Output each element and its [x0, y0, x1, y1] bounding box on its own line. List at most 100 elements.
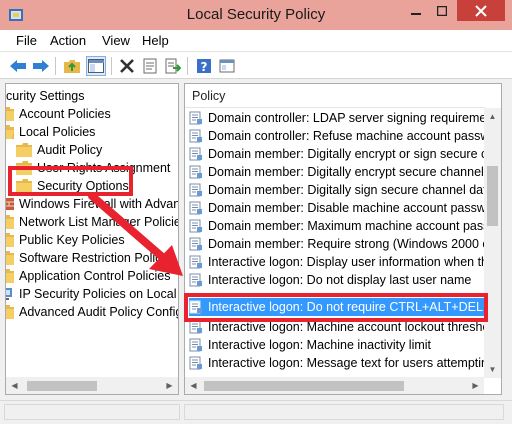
- policy-horizontal-scrollbar[interactable]: ◀ ▶: [185, 377, 484, 394]
- status-segment: [4, 404, 180, 420]
- policy-row-label: Domain member: Digitally sign secure cha…: [208, 183, 494, 197]
- tree-item-label: IP Security Policies on Local Co: [19, 287, 179, 301]
- policy-row[interactable]: Domain controller: Refuse machine accoun…: [189, 127, 501, 145]
- tree-item-label: Advanced Audit Policy Configu: [19, 305, 179, 319]
- scroll-left-arrow-icon[interactable]: ◀: [6, 377, 23, 394]
- scroll-left-arrow-icon[interactable]: ◀: [185, 377, 202, 394]
- forward-button[interactable]: [31, 56, 51, 76]
- policy-row[interactable]: Domain member: Digitally sign secure cha…: [189, 181, 494, 199]
- policy-row[interactable]: Interactive logon: Display user informat…: [189, 253, 495, 271]
- console-button[interactable]: [217, 56, 237, 76]
- menu-bar: File Action View Help: [0, 30, 512, 52]
- tree-item-public-key-policies[interactable]: Public Key Policies: [6, 231, 125, 249]
- up-folder-icon: [64, 60, 80, 73]
- close-button[interactable]: [457, 0, 505, 21]
- status-bar: [0, 400, 512, 424]
- scroll-right-arrow-icon[interactable]: ▶: [161, 377, 178, 394]
- tree-item-label: Application Control Policies: [19, 269, 171, 283]
- minimize-icon: [411, 12, 421, 15]
- export-list-button[interactable]: [163, 56, 183, 76]
- annotation-highlight-security-options: [8, 166, 133, 196]
- scroll-thumb[interactable]: [204, 381, 404, 391]
- tree-item-audit-policy[interactable]: Audit Policy: [16, 141, 102, 159]
- policy-row[interactable]: Domain member: Digitally encrypt or sign…: [189, 145, 501, 163]
- policy-row[interactable]: Domain member: Require strong (Windows 2…: [189, 235, 500, 253]
- policy-icon: [189, 183, 202, 197]
- policy-row-label: Domain controller: Refuse machine accoun…: [208, 129, 502, 143]
- tree-item-network-list-manager[interactable]: Network List Manager Policies: [6, 213, 179, 231]
- back-button[interactable]: [8, 56, 28, 76]
- policy-icon: [189, 320, 202, 334]
- tree-item-advanced-audit[interactable]: Advanced Audit Policy Configu: [6, 303, 179, 321]
- delete-button[interactable]: [117, 56, 137, 76]
- tree-item-label: Software Restriction Policie: [19, 251, 172, 265]
- folder-icon: [6, 305, 14, 319]
- export-list-icon: [165, 58, 181, 74]
- tree-item-label: Account Policies: [19, 107, 111, 121]
- policy-icon: [189, 147, 202, 161]
- policy-row-label: Domain member: Digitally encrypt or sign…: [208, 147, 502, 161]
- policy-row[interactable]: Domain controller: LDAP server signing r…: [189, 109, 497, 127]
- policy-row[interactable]: Interactive logon: Machine inactivity li…: [189, 336, 489, 354]
- scroll-up-arrow-icon[interactable]: ▲: [484, 108, 501, 125]
- up-button[interactable]: [62, 56, 82, 76]
- annotation-highlight-selected-policy: [184, 293, 488, 322]
- folder-icon: [6, 233, 14, 247]
- show-hide-tree-icon: [88, 59, 104, 73]
- tree-item-local-policies[interactable]: Local Policies: [6, 123, 95, 141]
- policy-row[interactable]: Interactive logon: Message text for user…: [189, 354, 495, 372]
- tree-item-label: Network List Manager Policies: [19, 215, 179, 229]
- policy-row-label: Interactive logon: Do not display last u…: [208, 273, 472, 287]
- menu-help[interactable]: Help: [142, 33, 169, 48]
- help-icon: ?: [197, 59, 211, 74]
- toolbar-separator: [111, 57, 112, 75]
- policy-row[interactable]: Domain member: Disable machine account p…: [189, 199, 497, 217]
- maximize-button[interactable]: [429, 0, 455, 21]
- policy-row[interactable]: Interactive logon: Do not display last u…: [189, 271, 489, 289]
- policy-vertical-scrollbar[interactable]: ▲ ▼: [484, 108, 501, 378]
- close-icon: [475, 4, 487, 17]
- policy-row-label: Interactive logon: Machine inactivity li…: [208, 338, 432, 352]
- tree-item-security-settings[interactable]: curity Settings: [6, 87, 85, 105]
- column-header-policy[interactable]: Policy: [185, 84, 485, 108]
- scroll-right-arrow-icon[interactable]: ▶: [467, 377, 484, 394]
- tree-item-label: curity Settings: [6, 89, 85, 103]
- policy-row[interactable]: Domain member: Digitally encrypt secure …: [189, 163, 501, 181]
- policy-row-label: Domain member: Require strong (Windows 2…: [208, 237, 500, 251]
- ip-security-icon: [6, 288, 12, 300]
- tree-item-account-policies[interactable]: Account Policies: [6, 105, 111, 123]
- menu-action[interactable]: Action: [50, 33, 86, 48]
- policy-icon: [189, 237, 202, 251]
- tree-item-label: Public Key Policies: [19, 233, 125, 247]
- policy-icon: [189, 165, 202, 179]
- tree-horizontal-scrollbar[interactable]: ◀ ▶: [6, 377, 178, 394]
- policy-row-label: Domain member: Disable machine account p…: [208, 201, 498, 215]
- properties-button[interactable]: [140, 56, 160, 76]
- menu-view[interactable]: View: [102, 33, 130, 48]
- scroll-down-arrow-icon[interactable]: ▼: [484, 361, 501, 378]
- policy-row-label: Domain member: Maximum machine account p…: [208, 219, 499, 233]
- policy-list-pane[interactable]: Policy Domain controller: LDAP server si…: [184, 83, 502, 395]
- policy-icon: [189, 255, 202, 269]
- minimize-button[interactable]: [403, 0, 429, 21]
- tree-item-label: Windows Firewall with Advanc: [19, 197, 179, 211]
- tree-pane[interactable]: curity Settings Account Policies Local P…: [5, 83, 179, 395]
- menu-file[interactable]: File: [16, 33, 37, 48]
- folder-icon: [16, 143, 32, 157]
- show-hide-tree-button[interactable]: [86, 56, 106, 76]
- tree-item-software-restriction[interactable]: Software Restriction Policie: [6, 249, 172, 267]
- tree-item-windows-firewall[interactable]: Windows Firewall with Advanc: [6, 195, 179, 213]
- folder-icon: [6, 251, 14, 265]
- policy-row-label: Domain member: Digitally encrypt secure …: [208, 165, 502, 179]
- toolbar: ?: [0, 52, 512, 79]
- policy-icon: [189, 356, 202, 370]
- scroll-thumb[interactable]: [27, 381, 97, 391]
- tree-item-application-control[interactable]: Application Control Policies: [6, 267, 171, 285]
- policy-row[interactable]: Domain member: Maximum machine account p…: [189, 217, 498, 235]
- tree-item-ip-security[interactable]: IP Security Policies on Local Co: [6, 285, 179, 303]
- help-button[interactable]: ?: [194, 56, 214, 76]
- policy-row-label: Interactive logon: Message text for user…: [208, 356, 495, 370]
- delete-icon: [120, 59, 134, 73]
- folder-icon: [6, 269, 14, 283]
- scroll-thumb[interactable]: [487, 166, 498, 226]
